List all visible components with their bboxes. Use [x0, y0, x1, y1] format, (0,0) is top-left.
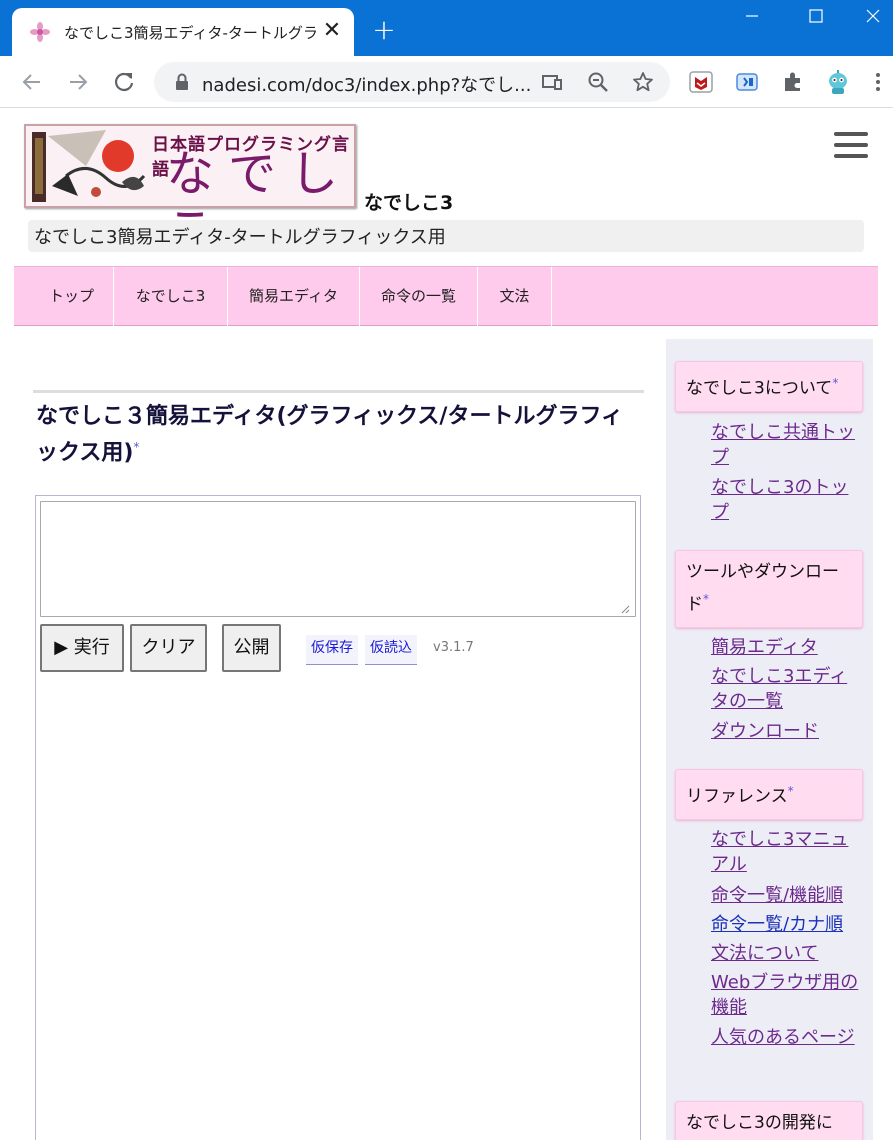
window-close-icon[interactable]	[850, 0, 893, 32]
resize-grip-icon[interactable]	[620, 604, 630, 614]
sidebar-link-editor-list[interactable]: なでしこ3エディタの一覧	[711, 664, 861, 714]
page-description: なでしこ3簡易エディタ-タートルグラフィックス用	[28, 220, 864, 252]
hamburger-menu-icon[interactable]	[834, 132, 868, 160]
sidebar-link-commands-by-function[interactable]: 命令一覧/機能順	[711, 883, 861, 908]
mcafee-icon[interactable]	[687, 68, 715, 96]
web-page: 日本語プログラミング言語 なでしこ なでしこ3 なでしこ3簡易エディタ-タートル…	[0, 108, 893, 1140]
reload-icon[interactable]	[110, 68, 138, 96]
browser-tab[interactable]: なでしこ3簡易エディタ-タートルグラフィ ✕	[12, 8, 354, 56]
sidebar-heading-reference-mark[interactable]: *	[788, 784, 794, 798]
sidebar-heading-reference: リファレンス*	[675, 769, 863, 820]
editor-frame: ▶ 実行 クリア 公開 仮保存 仮読込 v3.1.7	[35, 495, 641, 1140]
menu-item-editor[interactable]: 簡易エディタ	[228, 267, 360, 327]
window-minimize-icon[interactable]	[730, 0, 776, 32]
sidebar-link-download[interactable]: ダウンロード	[711, 719, 861, 744]
sidebar-heading-tools-mark[interactable]: *	[703, 592, 709, 606]
lock-icon[interactable]	[170, 70, 194, 94]
forward-icon[interactable]	[64, 68, 92, 96]
sidebar-heading-development: なでしこ3の開発に	[675, 1101, 863, 1140]
nadeshiko-flower-icon	[30, 22, 50, 42]
site-logo[interactable]: 日本語プログラミング言語 なでしこ	[24, 124, 356, 258]
site-subtitle: なでしこ3	[364, 192, 454, 214]
sidebar-link-web-browser-features[interactable]: Webブラウザ用の機能	[711, 970, 861, 1020]
title-edit-mark[interactable]: *	[133, 440, 139, 454]
clear-button[interactable]: クリア	[130, 624, 207, 672]
window-maximize-icon[interactable]	[793, 0, 839, 32]
menu-item-top[interactable]: トップ	[30, 267, 114, 327]
publish-button[interactable]: 公開	[222, 624, 281, 672]
menu-kebab-icon[interactable]	[870, 68, 886, 96]
title-divider	[33, 390, 644, 393]
site-menu: トップ なでしこ3 簡易エディタ 命令の一覧 文法	[14, 266, 878, 327]
url-text[interactable]: nadesi.com/doc3/index.php?なでし...	[202, 71, 532, 97]
menu-item-nadesiko3[interactable]: なでしこ3	[114, 267, 228, 327]
sidebar-heading-reference-text: リファレンス	[686, 786, 788, 807]
browser-titlebar: なでしこ3簡易エディタ-タートルグラフィ ✕ +	[0, 0, 893, 56]
code-editor-textarea[interactable]	[40, 501, 636, 617]
tab-title: なでしこ3簡易エディタ-タートルグラフィ	[64, 24, 320, 42]
sidebar-link-nadesiko3-top[interactable]: なでしこ3のトップ	[711, 475, 861, 525]
version-label: v3.1.7	[433, 640, 474, 655]
back-icon[interactable]	[18, 68, 46, 96]
address-bar[interactable]: nadesi.com/doc3/index.php?なでし...	[154, 62, 670, 102]
sidebar-link-grammar[interactable]: 文法について	[711, 941, 861, 966]
sidebar-heading-about-text: なでしこ3について	[686, 378, 833, 399]
new-tab-icon[interactable]: +	[372, 16, 396, 44]
sidebar-link-commands-by-kana[interactable]: 命令一覧/カナ順	[711, 912, 861, 937]
cast-icon[interactable]	[540, 70, 564, 94]
sidebar-heading-development-text: なでしこ3の開発に	[686, 1113, 833, 1133]
sidebar-link-manual[interactable]: なでしこ3マニュアル	[711, 827, 861, 877]
temp-save-link[interactable]: 仮保存	[306, 635, 358, 665]
page-title: なでしこ３簡易エディタ(グラフィックス/タートルグラフィックス用)*	[36, 402, 636, 468]
sidebar-heading-about: なでしこ3について*	[675, 361, 863, 412]
sidebar-link-simple-editor[interactable]: 簡易エディタ	[711, 635, 861, 660]
translate-icon[interactable]	[733, 68, 761, 96]
tab-close-icon[interactable]: ✕	[321, 18, 343, 44]
star-icon[interactable]	[631, 70, 655, 94]
page-title-text: なでしこ３簡易エディタ(グラフィックス/タートルグラフィックス用)	[36, 404, 624, 466]
profile-avatar-icon[interactable]	[824, 68, 852, 96]
menu-item-command-list[interactable]: 命令の一覧	[360, 267, 478, 327]
extensions-icon[interactable]	[779, 68, 807, 96]
sidebar-heading-tools-text: ツールやダウンロード	[686, 562, 839, 615]
menu-item-grammar[interactable]: 文法	[478, 267, 552, 327]
run-button[interactable]: ▶ 実行	[40, 624, 124, 672]
zoom-out-icon[interactable]	[586, 70, 610, 94]
browser-toolbar: nadesi.com/doc3/index.php?なでし...	[0, 56, 893, 108]
sidebar: なでしこ3について* なでしこ共通トップ なでしこ3のトップ ツールやダウンロー…	[666, 339, 873, 1140]
sidebar-heading-tools: ツールやダウンロード*	[675, 550, 863, 628]
sidebar-heading-about-mark[interactable]: *	[832, 376, 838, 390]
sidebar-link-common-top[interactable]: なでしこ共通トップ	[711, 420, 861, 470]
temp-load-link[interactable]: 仮読込	[365, 635, 417, 665]
sidebar-link-popular-pages[interactable]: 人気のあるページ	[711, 1025, 861, 1050]
